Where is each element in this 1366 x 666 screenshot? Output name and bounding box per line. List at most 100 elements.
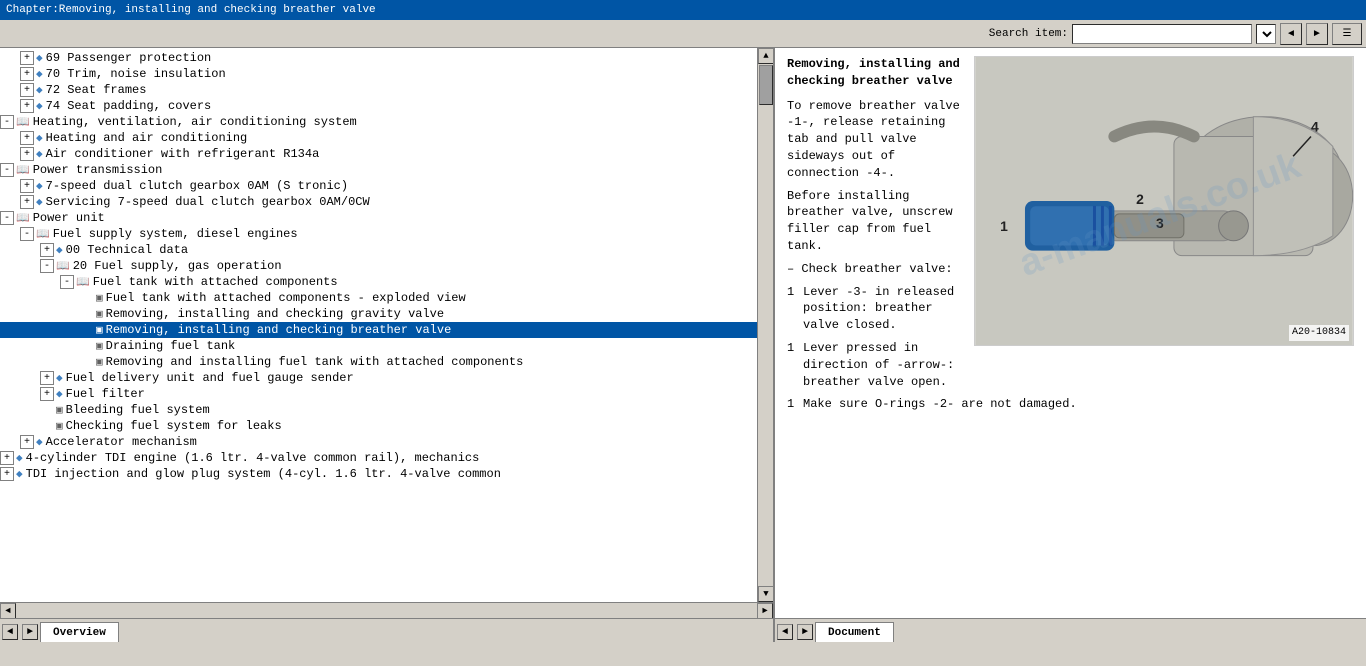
expand-icon[interactable]: +: [0, 467, 14, 481]
horizontal-scrollbar[interactable]: ◄ ►: [0, 602, 773, 618]
document-content: 1 2 3 4 a-manuals.co.uk A20-10834 Removi…: [775, 48, 1366, 618]
expand-icon[interactable]: -: [40, 259, 54, 273]
scroll-right-button[interactable]: ►: [757, 603, 773, 619]
diamond-icon: ◆: [16, 451, 23, 465]
right-panel: 1 2 3 4 a-manuals.co.uk A20-10834 Removi…: [775, 48, 1366, 642]
tree-item-3[interactable]: +◆72 Seat frames: [0, 82, 757, 98]
scroll-up-button[interactable]: ▲: [758, 48, 773, 64]
left-panel: +◆69 Passenger protection+◆70 Trim, nois…: [0, 48, 775, 642]
section-num-3: 1: [787, 396, 799, 413]
tree-item-4[interactable]: +◆74 Seat padding, covers: [0, 98, 757, 114]
tree-item-8[interactable]: -📖Power transmission: [0, 162, 757, 178]
expand-icon[interactable]: +: [20, 99, 34, 113]
svg-text:4: 4: [1311, 118, 1319, 134]
scroll-thumb[interactable]: [759, 65, 773, 105]
toolbar: Search item: ◄ ► ☰: [0, 20, 1366, 48]
scroll-left-button[interactable]: ◄: [0, 603, 16, 619]
title-text: Chapter:Removing, installing and checkin…: [6, 4, 376, 16]
menu-button[interactable]: ☰: [1332, 23, 1362, 45]
tree-item-26[interactable]: +◆4-cylinder TDI engine (1.6 ltr. 4-valv…: [0, 450, 757, 466]
tree-item-label: 4-cylinder TDI engine (1.6 ltr. 4-valve …: [26, 451, 480, 465]
tree-item-15[interactable]: -📖Fuel tank with attached components: [0, 274, 757, 290]
tree-item-11[interactable]: -📖Power unit: [0, 210, 757, 226]
left-nav-prev[interactable]: ◄: [2, 624, 18, 640]
search-input[interactable]: [1072, 24, 1252, 44]
tree-item-label: Air conditioner with refrigerant R134a: [46, 147, 320, 161]
tab-document[interactable]: Document: [815, 622, 894, 642]
expand-icon[interactable]: +: [40, 371, 54, 385]
scroll-track[interactable]: [758, 64, 773, 586]
tree-item-label: 7-speed dual clutch gearbox 0AM (S troni…: [46, 179, 348, 193]
page-icon: ▣: [56, 403, 63, 417]
page-icon: ▣: [96, 339, 103, 353]
expand-icon[interactable]: -: [0, 163, 14, 177]
tree-item-label: Fuel delivery unit and fuel gauge sender: [66, 371, 354, 385]
tree-item-18[interactable]: ▣Removing, installing and checking breat…: [0, 322, 757, 338]
section-num-2: 1: [787, 340, 799, 390]
tree-item-5[interactable]: -📖Heating, ventilation, air conditioning…: [0, 114, 757, 130]
book-icon: 📖: [76, 275, 90, 289]
search-prev-button[interactable]: ◄: [1280, 23, 1302, 45]
tree-item-23[interactable]: ▣Bleeding fuel system: [0, 402, 757, 418]
tree-item-1[interactable]: +◆69 Passenger protection: [0, 50, 757, 66]
tree-item-13[interactable]: +◆00 Technical data: [0, 242, 757, 258]
tree-item-17[interactable]: ▣Removing, installing and checking gravi…: [0, 306, 757, 322]
expand-icon[interactable]: -: [0, 211, 14, 225]
tree-item-7[interactable]: +◆Air conditioner with refrigerant R134a: [0, 146, 757, 162]
expand-icon[interactable]: +: [40, 387, 54, 401]
tree-container[interactable]: +◆69 Passenger protection+◆70 Trim, nois…: [0, 48, 757, 602]
expand-icon[interactable]: -: [60, 275, 74, 289]
tree-item-6[interactable]: +◆Heating and air conditioning: [0, 130, 757, 146]
document-image: 1 2 3 4 a-manuals.co.uk A20-10834: [974, 56, 1354, 346]
tree-item-12[interactable]: -📖Fuel supply system, diesel engines: [0, 226, 757, 242]
expand-icon[interactable]: -: [0, 115, 14, 129]
expand-icon[interactable]: +: [20, 131, 34, 145]
section-num-1: 1: [787, 284, 799, 334]
scroll-down-button[interactable]: ▼: [758, 586, 773, 602]
expand-icon[interactable]: +: [20, 147, 34, 161]
search-next-button[interactable]: ►: [1306, 23, 1328, 45]
tree-item-label: Fuel tank with attached components: [93, 275, 338, 289]
search-dropdown[interactable]: [1256, 24, 1276, 44]
tree-item-19[interactable]: ▣Draining fuel tank: [0, 338, 757, 354]
expand-icon[interactable]: +: [20, 83, 34, 97]
page-icon: ▣: [96, 323, 103, 337]
expand-icon[interactable]: +: [20, 51, 34, 65]
tree-item-16[interactable]: ▣Fuel tank with attached components - ex…: [0, 290, 757, 306]
expand-icon[interactable]: +: [20, 195, 34, 209]
expand-icon[interactable]: +: [40, 243, 54, 257]
tree-item-2[interactable]: +◆70 Trim, noise insulation: [0, 66, 757, 82]
tree-item-label: Fuel supply system, diesel engines: [53, 227, 298, 241]
tree-item-21[interactable]: +◆Fuel delivery unit and fuel gauge send…: [0, 370, 757, 386]
expand-icon[interactable]: +: [0, 451, 14, 465]
tab-overview[interactable]: Overview: [40, 622, 119, 642]
tree-item-24[interactable]: ▣Checking fuel system for leaks: [0, 418, 757, 434]
tree-item-label: 74 Seat padding, covers: [46, 99, 212, 113]
tree-item-22[interactable]: +◆Fuel filter: [0, 386, 757, 402]
image-label: A20-10834: [1289, 325, 1349, 341]
tree-item-label: Power unit: [33, 211, 105, 225]
doc-section-6: 1 Make sure O-rings -2- are not damaged.: [787, 396, 1354, 413]
right-nav-prev[interactable]: ◄: [777, 624, 793, 640]
expand-icon[interactable]: +: [20, 179, 34, 193]
tree-item-27[interactable]: +◆TDI injection and glow plug system (4-…: [0, 466, 757, 482]
tree-item-label: 72 Seat frames: [46, 83, 147, 97]
expand-icon[interactable]: +: [20, 67, 34, 81]
diamond-icon: ◆: [36, 131, 43, 145]
right-nav-next[interactable]: ►: [797, 624, 813, 640]
book-icon: 📖: [56, 259, 70, 273]
tree-item-20[interactable]: ▣Removing and installing fuel tank with …: [0, 354, 757, 370]
tree-item-9[interactable]: +◆7-speed dual clutch gearbox 0AM (S tro…: [0, 178, 757, 194]
tree-item-label: Power transmission: [33, 163, 163, 177]
expand-icon[interactable]: +: [20, 435, 34, 449]
tree-item-14[interactable]: -📖20 Fuel supply, gas operation: [0, 258, 757, 274]
left-nav-next[interactable]: ►: [22, 624, 38, 640]
main-layout: +◆69 Passenger protection+◆70 Trim, nois…: [0, 48, 1366, 642]
diamond-icon: ◆: [16, 467, 23, 481]
vertical-scrollbar[interactable]: ▲ ▼: [757, 48, 773, 602]
tree-item-10[interactable]: +◆Servicing 7-speed dual clutch gearbox …: [0, 194, 757, 210]
doc-section-4: 1 Lever -3- in released position: breath…: [787, 284, 964, 334]
expand-icon[interactable]: -: [20, 227, 34, 241]
tree-item-label: Bleeding fuel system: [66, 403, 210, 417]
tree-item-25[interactable]: +◆Accelerator mechanism: [0, 434, 757, 450]
